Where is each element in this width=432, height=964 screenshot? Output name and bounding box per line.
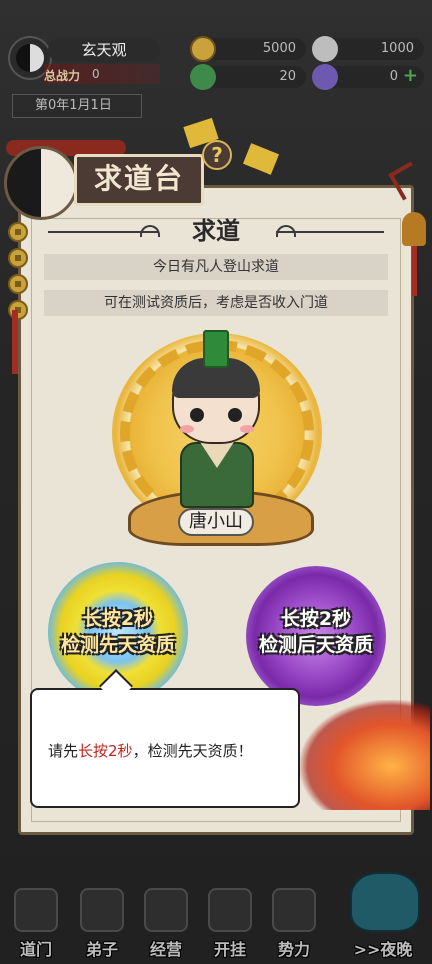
shop-icon bbox=[144, 888, 188, 932]
tassel-decoration bbox=[12, 310, 18, 374]
tassel-decoration bbox=[412, 246, 417, 296]
yinyang-icon bbox=[4, 146, 78, 220]
character-cheek bbox=[240, 425, 254, 433]
hint-text: 请先长按2秒，检测先天资质！ bbox=[48, 740, 253, 761]
nav-daomen[interactable]: 道门 bbox=[4, 880, 68, 964]
info-line: 今日有凡人登山求道 bbox=[44, 254, 388, 280]
yinyang-icon bbox=[208, 888, 252, 932]
innate-button-line1: 长按2秒 bbox=[82, 608, 154, 630]
hint-highlight: 长按2秒 bbox=[78, 742, 133, 760]
character-name: 唐小山 bbox=[178, 508, 254, 536]
cloud-icon bbox=[312, 36, 338, 62]
flame-decoration bbox=[300, 700, 430, 810]
night-label: >>夜晚 bbox=[353, 940, 413, 959]
info-line: 可在测试资质后，考虑是否收入门道 bbox=[44, 290, 388, 316]
night-beast-icon bbox=[350, 872, 420, 932]
panel-title: 求道台 bbox=[74, 154, 204, 206]
nav-jingying[interactable]: 经营 bbox=[134, 880, 198, 964]
character-eye bbox=[228, 408, 242, 422]
resource-value: 0 bbox=[389, 69, 398, 84]
nav-label: 经营 bbox=[149, 940, 182, 959]
acquired-button-line1: 长按2秒 bbox=[280, 608, 352, 630]
resource-gem[interactable]: 0 + bbox=[312, 64, 424, 90]
hanging-coin-icon bbox=[8, 274, 28, 294]
section-title: 求道 bbox=[192, 217, 240, 245]
nav-shili[interactable]: 势力 bbox=[262, 880, 326, 964]
nav-kaigua[interactable]: 开挂 bbox=[198, 880, 262, 964]
jade-icon bbox=[190, 64, 216, 90]
nav-label: 弟子 bbox=[85, 940, 118, 959]
character-hat bbox=[203, 330, 229, 368]
power-label: 总战力 bbox=[44, 69, 81, 83]
power-value: 0 bbox=[92, 67, 100, 81]
night-button[interactable]: >>夜晚 bbox=[334, 872, 430, 964]
hanging-coin-icon bbox=[8, 222, 28, 242]
gem-icon bbox=[312, 64, 338, 90]
hanging-coin-icon bbox=[8, 300, 28, 320]
help-button[interactable]: ? bbox=[202, 140, 232, 170]
nav-dizi[interactable]: 弟子 bbox=[70, 880, 134, 964]
nav-label: 道门 bbox=[19, 940, 52, 959]
hanging-coin-icon bbox=[8, 248, 28, 268]
yinyang-icon bbox=[16, 44, 44, 72]
add-icon[interactable]: + bbox=[403, 65, 418, 87]
disciple-icon bbox=[80, 888, 124, 932]
taiji-gate-icon bbox=[14, 888, 58, 932]
hint-tooltip: 请先长按2秒，检测先天资质！ bbox=[30, 688, 300, 808]
hint-suffix: ，检测先天资质！ bbox=[132, 742, 253, 760]
sect-name[interactable]: 玄天观 bbox=[48, 38, 160, 62]
resource-coin[interactable]: 5000 bbox=[190, 36, 306, 62]
character-cheek bbox=[180, 425, 194, 433]
nav-label: 势力 bbox=[277, 940, 310, 959]
character-eye bbox=[190, 408, 204, 422]
resource-value: 20 bbox=[279, 69, 296, 84]
coin-icon bbox=[190, 36, 216, 62]
game-date: 第0年1月1日 bbox=[12, 94, 142, 118]
nav-label: 开挂 bbox=[213, 940, 246, 959]
resource-value: 5000 bbox=[262, 41, 296, 56]
resource-jade[interactable]: 20 bbox=[190, 64, 306, 90]
resource-value: 1000 bbox=[380, 41, 414, 56]
faction-icon bbox=[272, 888, 316, 932]
innate-button-line2: 检测先天资质 bbox=[60, 634, 175, 656]
resource-cloud[interactable]: 1000 bbox=[312, 36, 424, 62]
acquired-button-line2: 检测后天资质 bbox=[258, 634, 373, 656]
hint-prefix: 请先 bbox=[48, 742, 79, 760]
bell-icon bbox=[402, 212, 426, 246]
